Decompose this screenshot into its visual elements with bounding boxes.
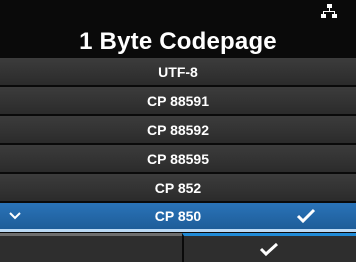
list-item-cp852[interactable]: CP 852 — [0, 174, 356, 201]
header: 1 Byte Codepage — [0, 0, 356, 58]
list-item-cp88595[interactable]: CP 88595 — [0, 145, 356, 172]
list-item-label: CP 852 — [154, 179, 202, 196]
list-item-label: CP 88591 — [146, 92, 209, 109]
list-item-utf8[interactable]: UTF-8 — [0, 58, 356, 85]
checkmark-icon — [296, 208, 316, 224]
confirm-button[interactable] — [182, 233, 356, 262]
chevron-down-icon — [8, 209, 22, 221]
list-item-cp88592[interactable]: CP 88592 — [0, 116, 356, 143]
list-item-label: UTF-8 — [158, 63, 198, 80]
back-button[interactable] — [0, 233, 182, 262]
list-item-label: CP 850 — [154, 208, 202, 224]
codepage-screen: 1 Byte Codepage UTF-8 CP 88591 CP 88592 … — [0, 0, 356, 262]
list-item-label: CP 88592 — [146, 121, 209, 138]
list-item-cp850-selected[interactable]: CP 850 — [0, 203, 356, 232]
codepage-list: UTF-8 CP 88591 CP 88592 CP 88595 CP 852 … — [0, 58, 356, 234]
list-item-cp88591[interactable]: CP 88591 — [0, 87, 356, 114]
checkmark-icon — [258, 241, 280, 257]
footer-bar — [0, 233, 356, 262]
page-title: 1 Byte Codepage — [79, 28, 277, 55]
network-icon — [320, 4, 338, 20]
list-item-label: CP 88595 — [146, 150, 209, 167]
